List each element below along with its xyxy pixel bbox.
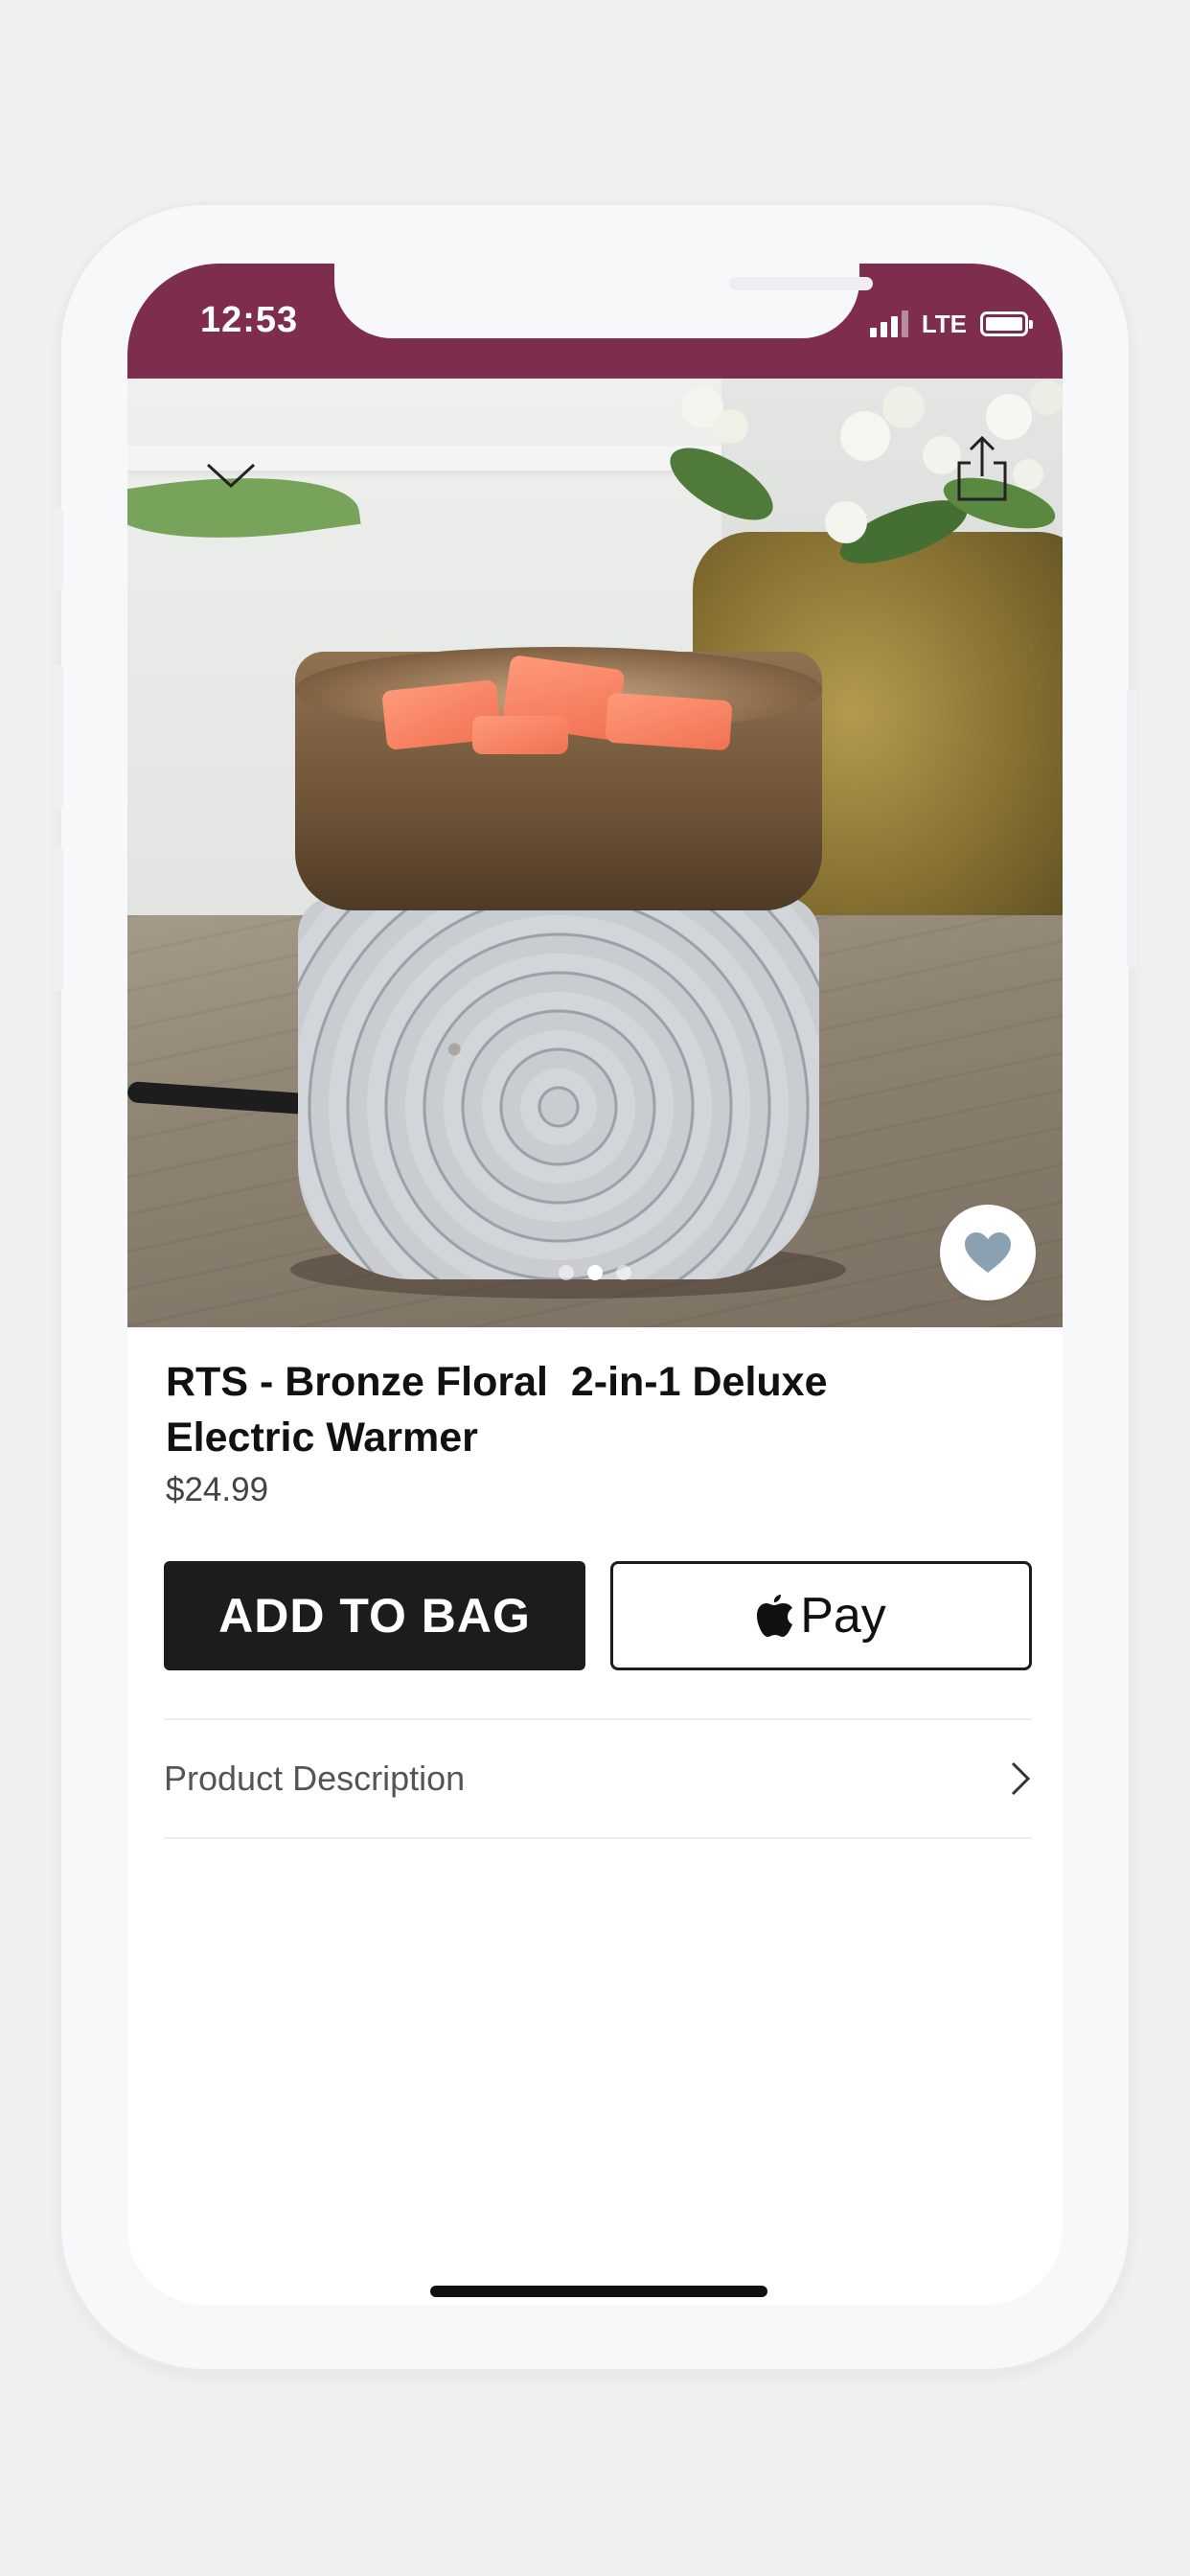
divider (164, 1837, 1032, 1839)
device-volume-up (54, 665, 63, 809)
image-warmer-ceramic-base (298, 896, 819, 1279)
apple-pay-label: Pay (800, 1588, 886, 1644)
signal-strength-icon (869, 310, 908, 337)
heart-icon (965, 1232, 1011, 1273)
carousel-dot[interactable] (616, 1265, 631, 1280)
apple-pay-button[interactable]: Pay (610, 1561, 1032, 1670)
product-price: $24.99 (166, 1471, 269, 1508)
favorite-button[interactable] (940, 1205, 1036, 1300)
product-description-row[interactable]: Product Description (164, 1720, 1032, 1837)
apple-logo-icon (757, 1595, 793, 1637)
device-silent-switch (54, 508, 63, 590)
notch-speaker (729, 277, 873, 290)
network-type: LTE (921, 309, 967, 338)
status-indicators: LTE (869, 309, 1033, 338)
battery-icon (980, 311, 1033, 336)
status-time: 12:53 (200, 300, 299, 340)
battery-level (986, 317, 1022, 331)
device-power-button (1127, 690, 1136, 968)
image-wax-melt (472, 716, 568, 754)
home-indicator[interactable] (430, 2286, 767, 2297)
status-bar: 12:53 LTE (127, 264, 1063, 379)
device-volume-down (54, 847, 63, 991)
carousel-dot[interactable] (559, 1265, 574, 1280)
image-wax-melt (605, 692, 733, 751)
product-image-carousel[interactable] (127, 379, 1063, 1327)
share-icon[interactable] (955, 434, 1009, 503)
add-to-bag-button[interactable]: ADD TO BAG (164, 1561, 585, 1670)
app-screen: 12:53 LTE RTS - Bronze Floral 2-in-1 Del… (127, 264, 1063, 2305)
chevron-down-icon[interactable] (202, 455, 260, 494)
carousel-page-indicator (127, 1265, 1063, 1280)
product-description-label: Product Description (164, 1759, 466, 1798)
device-notch (334, 264, 873, 338)
chevron-right-icon (1011, 1761, 1031, 1796)
carousel-dot-active[interactable] (587, 1265, 603, 1280)
product-title: RTS - Bronze Floral 2-in-1 Deluxe Electr… (166, 1359, 828, 1460)
